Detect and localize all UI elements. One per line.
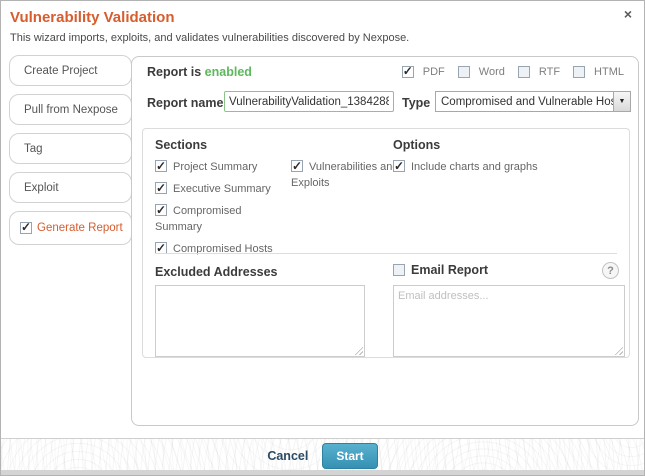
tab-exploit[interactable]: Exploit — [9, 172, 132, 203]
tab-label: Generate Report — [37, 222, 123, 234]
report-type-select[interactable]: Compromised and Vulnerable Hosts ▼ — [435, 91, 631, 112]
report-status: Report is enabled — [147, 65, 252, 79]
report-name-input[interactable] — [224, 91, 394, 112]
options-column: Include charts and graphs — [393, 159, 613, 175]
checkbox-compromised-hosts[interactable]: Compromised Hosts — [155, 241, 285, 257]
checkbox-email-report[interactable]: Email Report — [393, 263, 488, 277]
checkbox-checked-icon[interactable] — [155, 160, 167, 172]
excluded-addresses-label: Excluded Addresses — [155, 265, 278, 279]
dialog-bottom-edge — [1, 470, 644, 475]
tab-label: Pull from Nexpose — [24, 104, 118, 116]
report-status-value: enabled — [205, 65, 252, 79]
checkbox-label: PDF — [423, 66, 445, 78]
checkbox-checked-icon[interactable] — [402, 66, 414, 78]
checkbox-label: Word — [479, 66, 505, 78]
checkbox-unchecked-icon[interactable] — [573, 66, 585, 78]
checkbox-label: Email Report — [411, 263, 488, 277]
checkbox-checked-icon[interactable] — [155, 204, 167, 216]
format-checkbox-group: PDF Word RTF HTML — [402, 66, 624, 78]
dropdown-arrow-icon[interactable]: ▼ — [613, 92, 630, 111]
checkbox-unchecked-icon[interactable] — [458, 66, 470, 78]
generate-report-panel: Report is enabled PDF Word RTF HTML Repo… — [131, 56, 639, 426]
checkbox-html[interactable]: HTML — [573, 66, 624, 78]
start-button[interactable]: Start — [322, 443, 377, 469]
checkbox-rtf[interactable]: RTF — [518, 66, 560, 78]
checkbox-label: Executive Summary — [173, 183, 271, 195]
report-type-label: Type — [402, 96, 430, 110]
checkbox-include-charts-and-graphs[interactable]: Include charts and graphs — [393, 159, 613, 175]
options-heading: Options — [393, 138, 440, 152]
tab-pull-from-nexpose[interactable]: Pull from Nexpose — [9, 94, 132, 125]
sections-heading: Sections — [155, 138, 207, 152]
report-config-box: Sections Options Project Summary Executi… — [142, 128, 630, 358]
checkbox-label: HTML — [594, 66, 624, 78]
report-status-prefix: Report is — [147, 65, 201, 79]
email-addresses-textarea[interactable] — [393, 285, 625, 357]
checkbox-word[interactable]: Word — [458, 66, 505, 78]
wizard-footer: Cancel Start — [1, 438, 644, 472]
checkbox-compromised-summary[interactable]: Compromised Summary — [155, 203, 285, 235]
checkbox-label: Include charts and graphs — [411, 161, 538, 173]
tab-label: Tag — [24, 143, 43, 155]
vulnerability-validation-wizard: Vulnerability Validation × This wizard i… — [0, 0, 645, 476]
checkbox-unchecked-icon[interactable] — [393, 264, 405, 276]
checkbox-checked-icon[interactable] — [291, 160, 303, 172]
tab-label: Create Project — [24, 65, 98, 77]
report-name-label: Report name — [147, 96, 223, 110]
selected-option: Compromised and Vulnerable Hosts — [436, 96, 613, 108]
excluded-addresses-field — [155, 285, 365, 357]
checkbox-checked-icon[interactable] — [20, 222, 32, 234]
checkbox-label: RTF — [539, 66, 560, 78]
tab-label: Exploit — [24, 182, 59, 194]
section-divider — [155, 253, 617, 254]
tab-tag[interactable]: Tag — [9, 133, 132, 164]
checkbox-project-summary[interactable]: Project Summary — [155, 159, 285, 175]
checkbox-label: Compromised Summary — [155, 205, 241, 233]
checkbox-pdf[interactable]: PDF — [402, 66, 445, 78]
checkbox-executive-summary[interactable]: Executive Summary — [155, 181, 285, 197]
checkbox-unchecked-icon[interactable] — [518, 66, 530, 78]
email-addresses-field — [393, 285, 625, 357]
excluded-addresses-textarea[interactable] — [155, 285, 365, 357]
help-icon[interactable]: ? — [602, 262, 619, 279]
checkbox-label: Project Summary — [173, 161, 257, 173]
wizard-description: This wizard imports, exploits, and valid… — [10, 32, 409, 44]
checkbox-checked-icon[interactable] — [155, 182, 167, 194]
cancel-button[interactable]: Cancel — [267, 449, 308, 463]
close-icon[interactable]: × — [624, 7, 632, 21]
sections-column-1: Project Summary Executive Summary Compro… — [155, 159, 285, 263]
tab-create-project[interactable]: Create Project — [9, 55, 132, 86]
checkbox-checked-icon[interactable] — [393, 160, 405, 172]
page-title: Vulnerability Validation — [10, 9, 174, 26]
tab-generate-report[interactable]: Generate Report — [9, 211, 132, 245]
checkbox-label: Vulnerabilities and Exploits — [291, 161, 398, 189]
